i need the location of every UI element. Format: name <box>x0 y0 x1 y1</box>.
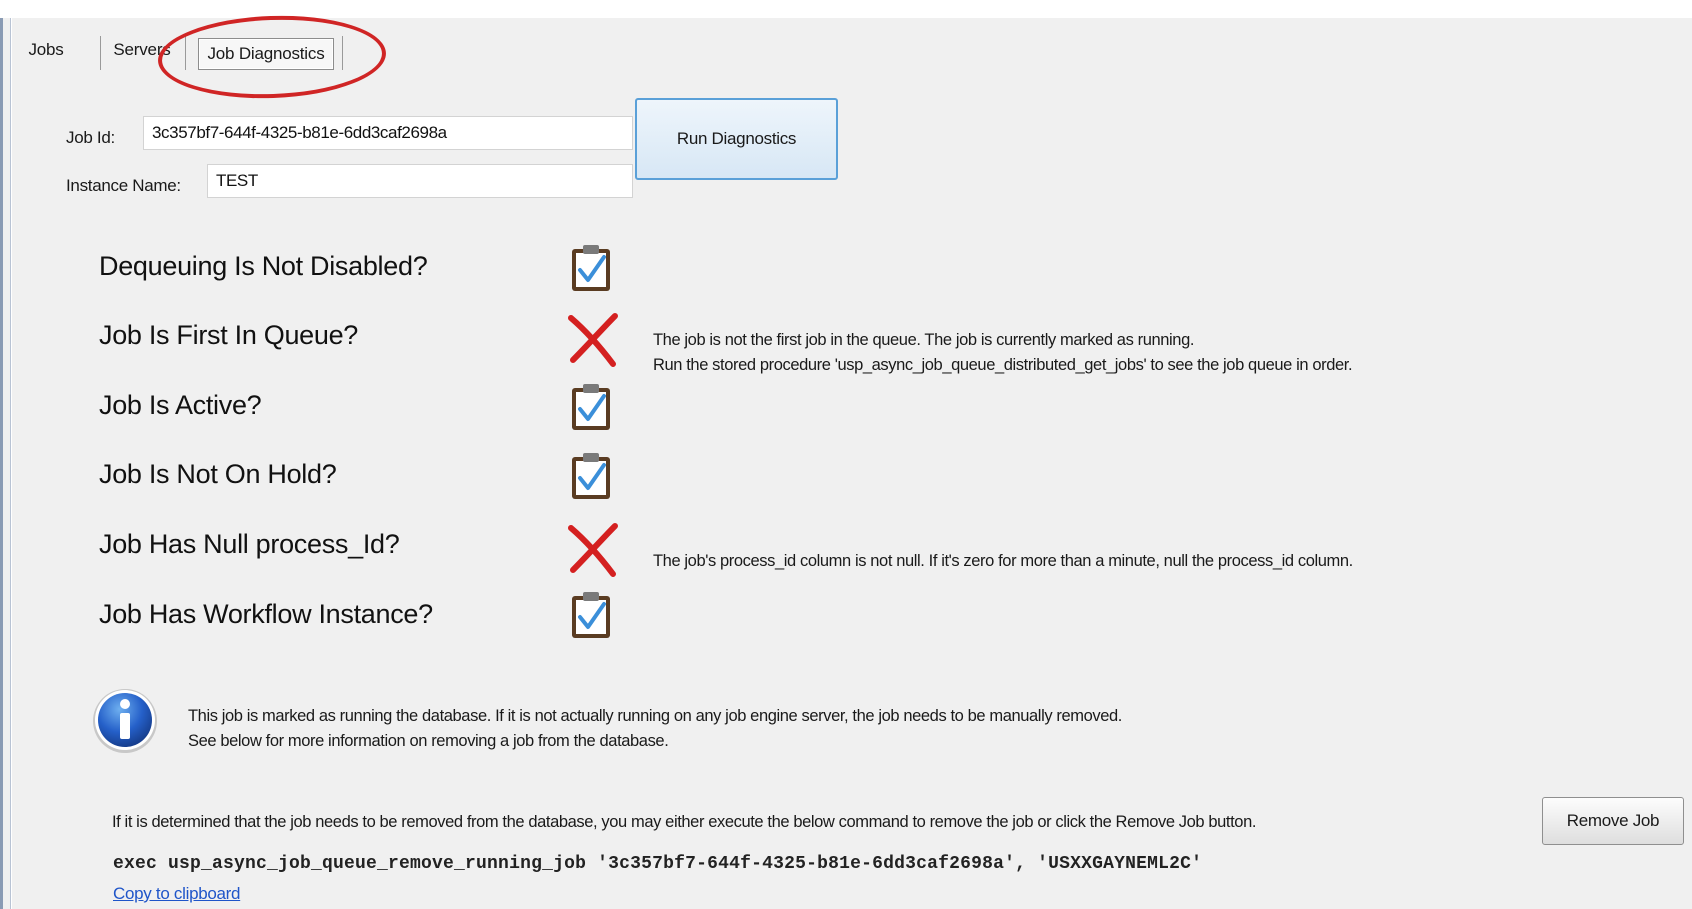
run-diagnostics-button[interactable]: Run Diagnostics <box>635 98 838 180</box>
check-first-in-queue-message: The job is not the first job in the queu… <box>653 331 1353 374</box>
job-id-input[interactable] <box>143 116 633 150</box>
info-icon <box>93 689 157 753</box>
tab-job-diagnostics[interactable]: Job Diagnostics <box>198 38 334 70</box>
check-null-process-id-message: The job's process_id column is not null.… <box>653 552 1353 570</box>
clipboard-check-icon <box>572 453 610 499</box>
job-id-label: Job Id: <box>66 128 115 147</box>
info-message: This job is marked as running the databa… <box>188 707 1122 750</box>
window-left-border <box>0 18 11 909</box>
tab-servers[interactable]: Servers <box>101 30 183 70</box>
check-dequeuing-label: Dequeuing Is Not Disabled? <box>99 251 428 281</box>
tab-separator <box>342 36 343 70</box>
remove-job-button[interactable]: Remove Job <box>1542 797 1684 845</box>
remove-command-text: exec usp_async_job_queue_remove_running_… <box>113 854 1203 874</box>
diagnostics-window: Jobs Servers Job Diagnostics Job Id: Ins… <box>12 12 1692 909</box>
check-workflow-instance-label: Job Has Workflow Instance? <box>99 599 433 629</box>
red-x-icon <box>568 523 618 577</box>
copy-to-clipboard-link[interactable]: Copy to clipboard <box>113 884 241 904</box>
instance-name-input[interactable] <box>207 164 633 198</box>
remove-instructions: If it is determined that the job needs t… <box>112 813 1257 831</box>
check-null-process-id-label: Job Has Null process_Id? <box>99 529 400 559</box>
clipboard-check-icon <box>572 245 610 291</box>
check-first-in-queue-label: Job Is First In Queue? <box>99 320 359 350</box>
instance-name-label: Instance Name: <box>66 176 181 195</box>
clipboard-check-icon <box>572 592 610 638</box>
clipboard-check-icon <box>572 384 610 430</box>
check-active-label: Job Is Active? <box>99 390 262 420</box>
tab-jobs[interactable]: Jobs <box>12 30 80 70</box>
tab-separator <box>185 36 186 70</box>
check-not-on-hold-label: Job Is Not On Hold? <box>99 459 337 489</box>
red-x-icon <box>568 313 618 367</box>
